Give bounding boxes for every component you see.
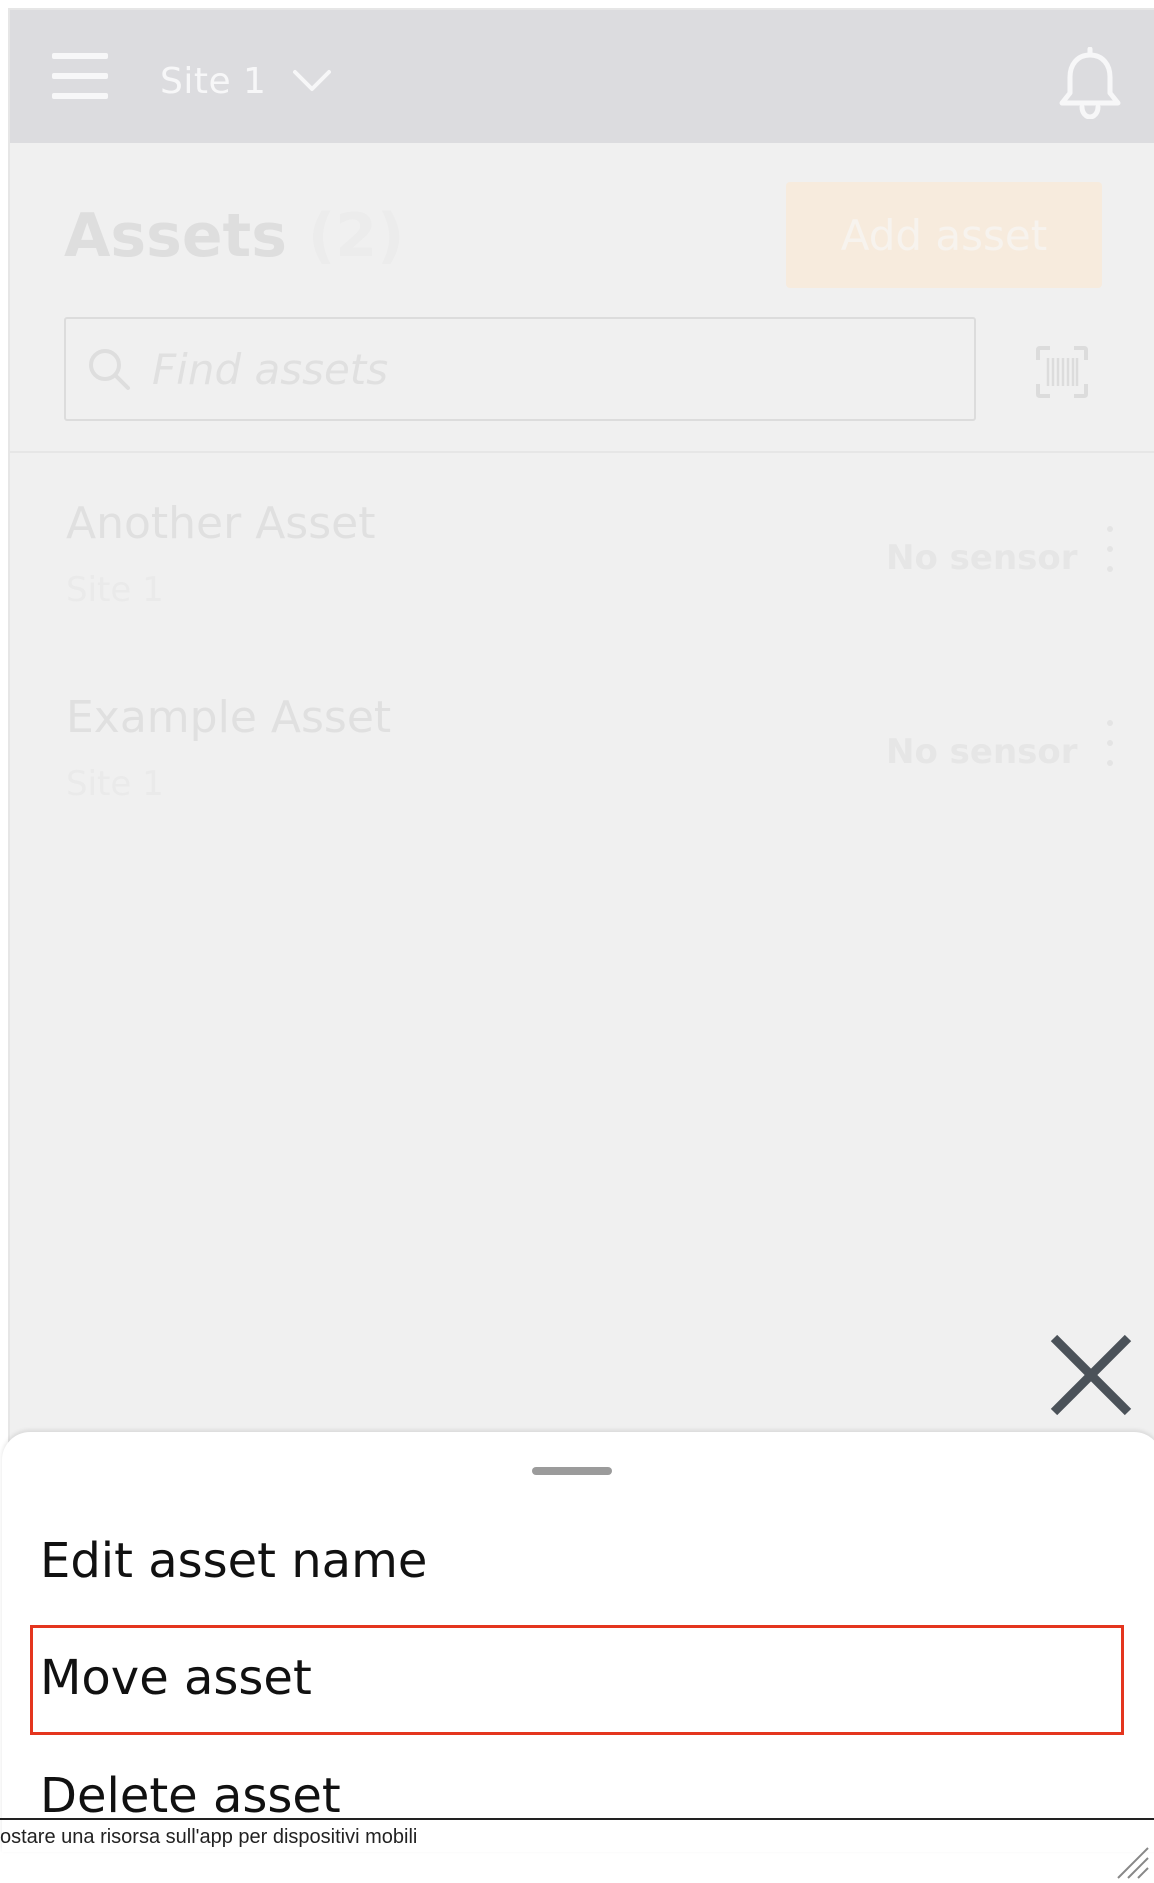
top-app-bar: Site 1 xyxy=(10,10,1154,143)
resize-grip-icon[interactable] xyxy=(1116,1846,1150,1880)
site-name: Site 1 xyxy=(160,60,267,102)
header-divider xyxy=(10,451,1154,453)
chevron-down-icon xyxy=(293,70,332,91)
page-title: Assets (2) xyxy=(64,206,404,266)
sensor-status: No sensor xyxy=(886,732,1078,772)
asset-list-item[interactable]: Example Asset Site 1 No sensor xyxy=(10,692,1154,882)
move-asset-option[interactable]: Move asset xyxy=(40,1650,312,1706)
add-asset-button[interactable]: Add asset xyxy=(786,182,1102,288)
more-vertical-icon[interactable] xyxy=(1100,526,1120,576)
figure-caption: ostare una risorsa sull'app per disposit… xyxy=(0,1826,418,1848)
asset-site: Site 1 xyxy=(66,570,164,610)
search-input[interactable] xyxy=(152,335,952,403)
search-field[interactable] xyxy=(64,317,976,421)
delete-asset-option[interactable]: Delete asset xyxy=(40,1768,341,1824)
sheet-drag-handle[interactable] xyxy=(532,1467,612,1475)
hamburger-menu-icon[interactable] xyxy=(52,53,108,100)
asset-actions-sheet: Edit asset name Move asset Delete asset xyxy=(2,1432,1154,1852)
edit-asset-name-option[interactable]: Edit asset name xyxy=(40,1533,427,1589)
asset-site: Site 1 xyxy=(66,764,164,804)
more-vertical-icon[interactable] xyxy=(1100,720,1120,770)
asset-name: Example Asset xyxy=(66,692,392,743)
asset-count: (2) xyxy=(307,201,405,271)
close-icon[interactable] xyxy=(1046,1330,1136,1420)
sensor-status: No sensor xyxy=(886,538,1078,578)
barcode-scan-icon[interactable] xyxy=(1034,344,1090,400)
search-icon xyxy=(89,349,130,390)
page-title-text: Assets xyxy=(64,201,287,271)
asset-name: Another Asset xyxy=(66,498,376,549)
caption-divider xyxy=(0,1818,1154,1820)
bell-icon[interactable] xyxy=(1057,47,1123,119)
site-selector[interactable]: Site 1 xyxy=(160,56,332,106)
asset-list-item[interactable]: Another Asset Site 1 No sensor xyxy=(10,498,1154,688)
